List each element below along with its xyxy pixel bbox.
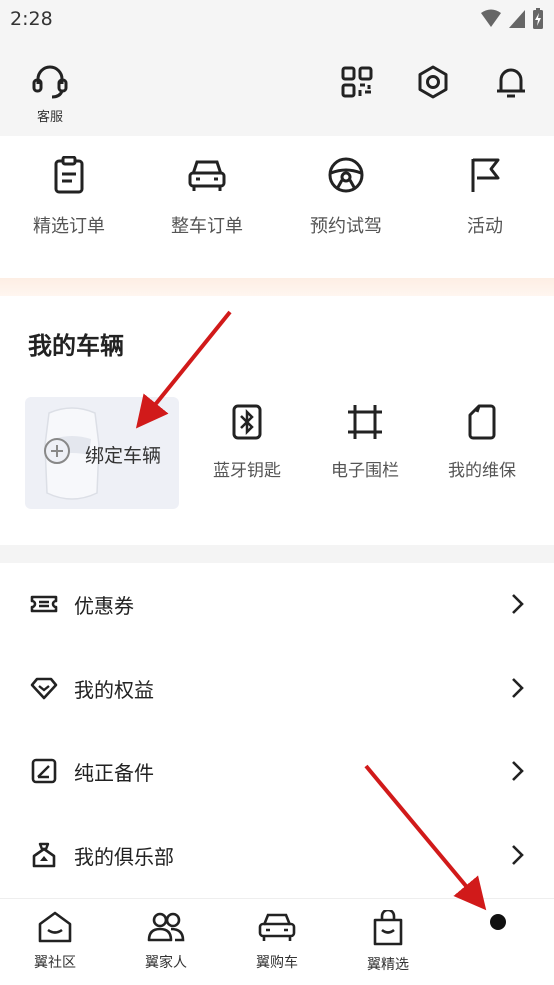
clipboard-icon xyxy=(54,155,84,194)
bluetooth-key-button[interactable]: 蓝牙钥匙 xyxy=(192,404,302,481)
customer-service-button[interactable]: 客服 xyxy=(28,64,72,125)
bell-icon xyxy=(497,68,525,98)
nav-tab-profile-dot[interactable] xyxy=(490,914,506,930)
nav-tab-buy-car[interactable]: 翼购车 xyxy=(237,910,317,972)
maintenance-button[interactable]: 我的维保 xyxy=(427,404,537,481)
maintenance-icon xyxy=(468,404,496,440)
qr-code-button[interactable] xyxy=(339,64,375,100)
order-item-vehicle[interactable]: 整车订单 xyxy=(152,156,262,238)
diamond-icon xyxy=(30,677,58,700)
status-bar xyxy=(0,0,554,40)
chevron-right-icon xyxy=(512,678,524,698)
chevron-right-icon xyxy=(512,761,524,781)
status-icons xyxy=(480,8,544,30)
maintenance-label: 我的维保 xyxy=(448,461,516,481)
car-buy-icon xyxy=(258,913,296,941)
fence-icon xyxy=(348,405,382,439)
community-icon xyxy=(38,911,72,943)
bind-vehicle-card[interactable]: 绑定车辆 xyxy=(25,397,179,509)
nav-tab-community[interactable]: 翼社区 xyxy=(15,910,95,972)
parts-icon xyxy=(31,758,57,784)
order-item-label: 活动 xyxy=(467,216,503,237)
settings-button[interactable] xyxy=(415,64,451,100)
notification-button[interactable] xyxy=(493,64,529,100)
menu-item-label: 优惠券 xyxy=(74,594,134,618)
order-item-test-drive[interactable]: 预约试驾 xyxy=(291,156,401,238)
headset-icon xyxy=(32,65,68,99)
menu-item-label: 纯正备件 xyxy=(74,761,154,785)
menu-item-benefits[interactable]: 我的权益 xyxy=(0,647,554,731)
order-item-activity[interactable]: 活动 xyxy=(430,156,540,238)
settings-icon xyxy=(418,65,448,99)
menu-item-parts[interactable]: 纯正备件 xyxy=(0,730,554,814)
order-item-label: 预约试驾 xyxy=(310,216,382,237)
bluetooth-key-label: 蓝牙钥匙 xyxy=(213,461,281,481)
fence-label: 电子围栏 xyxy=(331,461,399,481)
qr-code-icon xyxy=(341,66,373,98)
shopping-bag-icon xyxy=(373,908,403,946)
order-item-label: 整车订单 xyxy=(171,216,243,237)
ticket-icon xyxy=(30,595,58,613)
signal-icon xyxy=(509,10,525,28)
nav-tab-label: 翼精选 xyxy=(367,957,409,973)
nav-tab-family[interactable]: 翼家人 xyxy=(126,910,206,972)
nav-tab-label: 翼家人 xyxy=(145,955,187,971)
menu-item-coupons[interactable]: 优惠券 xyxy=(0,563,554,647)
nav-tab-label: 翼购车 xyxy=(256,955,298,971)
status-time: 2:28 xyxy=(10,8,53,30)
battery-icon xyxy=(533,8,543,29)
vehicle-section-title: 我的车辆 xyxy=(28,332,124,360)
bluetooth-key-icon xyxy=(232,404,262,440)
section-divider xyxy=(0,278,554,296)
header xyxy=(0,40,554,136)
fence-button[interactable]: 电子围栏 xyxy=(310,404,420,481)
people-icon xyxy=(147,912,185,942)
car-icon xyxy=(188,160,226,191)
order-item-label: 精选订单 xyxy=(33,216,105,237)
add-circle-icon xyxy=(44,438,70,464)
steering-wheel-icon xyxy=(328,157,364,193)
menu-item-label: 我的权益 xyxy=(74,678,154,702)
menu-item-club[interactable]: 我的俱乐部 xyxy=(0,814,554,898)
nav-tab-selection[interactable]: 翼精选 xyxy=(348,908,428,974)
flag-icon xyxy=(471,158,500,192)
order-item-selected[interactable]: 精选订单 xyxy=(14,155,124,238)
section-divider xyxy=(0,545,554,563)
chevron-right-icon xyxy=(512,845,524,865)
chevron-right-icon xyxy=(512,594,524,614)
customer-service-label: 客服 xyxy=(36,110,63,125)
wifi-icon xyxy=(481,9,501,27)
nav-tab-label: 翼社区 xyxy=(34,955,76,971)
bind-vehicle-label: 绑定车辆 xyxy=(85,445,162,467)
menu-item-label: 我的俱乐部 xyxy=(74,845,174,869)
club-icon xyxy=(32,842,56,868)
